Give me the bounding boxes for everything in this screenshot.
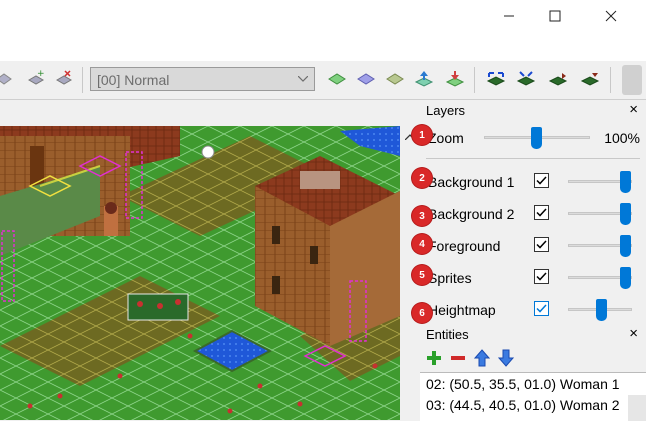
- zoom-slider-thumb[interactable]: [531, 127, 542, 149]
- move-up-button[interactable]: [472, 348, 492, 368]
- layer-visible-checkbox[interactable]: [534, 301, 549, 316]
- step-badge: 5: [412, 265, 432, 285]
- minus-icon: [451, 356, 465, 360]
- step-badge: 6: [412, 303, 432, 323]
- remove-entity-button[interactable]: [448, 348, 468, 368]
- layers-panel-header: Layers ×: [420, 100, 646, 120]
- layer-visible-checkbox[interactable]: [534, 205, 549, 220]
- expand-arrows-icon[interactable]: [486, 69, 506, 89]
- layer-label: Sprites: [428, 270, 472, 286]
- arrow-down-icon: [498, 349, 514, 367]
- step-badge: 3: [412, 206, 432, 226]
- layer-label: Heightmap: [428, 302, 496, 318]
- chevron-down-icon: [298, 76, 308, 82]
- step-badge: 1: [412, 125, 432, 145]
- close-icon: [605, 10, 617, 21]
- arrow-up-icon: [474, 349, 490, 367]
- tile-add-icon[interactable]: +: [26, 69, 46, 89]
- layer-opacity-thumb[interactable]: [620, 203, 631, 225]
- menu-area: [0, 31, 646, 61]
- layer-visible-checkbox[interactable]: [534, 269, 549, 284]
- minimize-icon: [504, 15, 514, 16]
- layer-visible-checkbox[interactable]: [534, 173, 549, 188]
- map-viewport[interactable]: [0, 126, 400, 420]
- diamond-olive-icon[interactable]: [385, 69, 405, 89]
- diamond-purple-icon[interactable]: [356, 69, 376, 89]
- layer-visible-checkbox[interactable]: [534, 237, 549, 252]
- entities-scrollbar[interactable]: [628, 395, 646, 421]
- layer-opacity-thumb[interactable]: [620, 235, 631, 257]
- maximize-button[interactable]: [532, 0, 578, 31]
- svg-text:+: +: [37, 69, 45, 79]
- plus-icon: [427, 351, 441, 365]
- step-badge: 2: [412, 168, 432, 188]
- close-button[interactable]: [588, 0, 634, 31]
- layers-panel: Layers × Zoom 100% Background 1 Backgrou…: [420, 100, 646, 324]
- layer-label: Background 1: [428, 174, 515, 190]
- step-badge: 4: [412, 234, 432, 254]
- toolbar-overflow[interactable]: [622, 65, 642, 95]
- layer-mode-select[interactable]: [00] Normal: [90, 67, 315, 91]
- minimize-button[interactable]: [486, 0, 532, 31]
- tile-shift-right-icon[interactable]: [548, 69, 568, 89]
- layers-title: Layers: [426, 103, 466, 118]
- zoom-label: Zoom: [428, 130, 464, 146]
- lower-icon[interactable]: [445, 69, 465, 89]
- toolbar: + [00] Normal: [0, 61, 646, 100]
- zoom-value: 100%: [604, 130, 640, 146]
- layer-row-heightmap: Heightmap: [420, 296, 646, 324]
- tile-shift-down-icon[interactable]: [580, 69, 600, 89]
- layer-row-background-2: Background 2: [420, 200, 646, 228]
- maximize-icon: [549, 10, 561, 21]
- tile-remove-icon[interactable]: [54, 69, 74, 89]
- raise-icon[interactable]: [414, 69, 434, 89]
- layer-label: Foreground: [428, 238, 501, 254]
- list-item[interactable]: 03: (44.5, 40.5, 01.0) Woman 2: [426, 397, 620, 413]
- layer-row-background-1: Background 1: [420, 168, 646, 196]
- compress-arrows-icon[interactable]: [516, 69, 536, 89]
- entities-panel-header: Entities ×: [420, 324, 646, 344]
- layer-opacity-thumb[interactable]: [596, 299, 607, 321]
- entities-close-button[interactable]: ×: [629, 325, 638, 342]
- tile-partial-icon[interactable]: [0, 69, 14, 89]
- isometric-map: [0, 126, 400, 420]
- entities-title: Entities: [426, 327, 469, 342]
- layer-row-sprites: Sprites: [420, 264, 646, 292]
- title-bar: [0, 0, 646, 31]
- list-item[interactable]: 02: (50.5, 35.5, 01.0) Woman 1: [426, 376, 620, 392]
- layer-label: Background 2: [428, 206, 515, 222]
- layer-opacity-thumb[interactable]: [620, 267, 631, 289]
- layer-row-foreground: Foreground: [420, 232, 646, 260]
- move-down-button[interactable]: [496, 348, 516, 368]
- layers-close-button[interactable]: ×: [629, 101, 638, 118]
- diamond-green-icon[interactable]: [327, 69, 347, 89]
- zoom-row: Zoom 100%: [420, 124, 646, 152]
- layer-mode-value: [00] Normal: [97, 72, 170, 88]
- layer-opacity-thumb[interactable]: [620, 171, 631, 193]
- entities-list[interactable]: 02: (50.5, 35.5, 01.0) Woman 1 03: (44.5…: [420, 372, 646, 421]
- add-entity-button[interactable]: [424, 348, 444, 368]
